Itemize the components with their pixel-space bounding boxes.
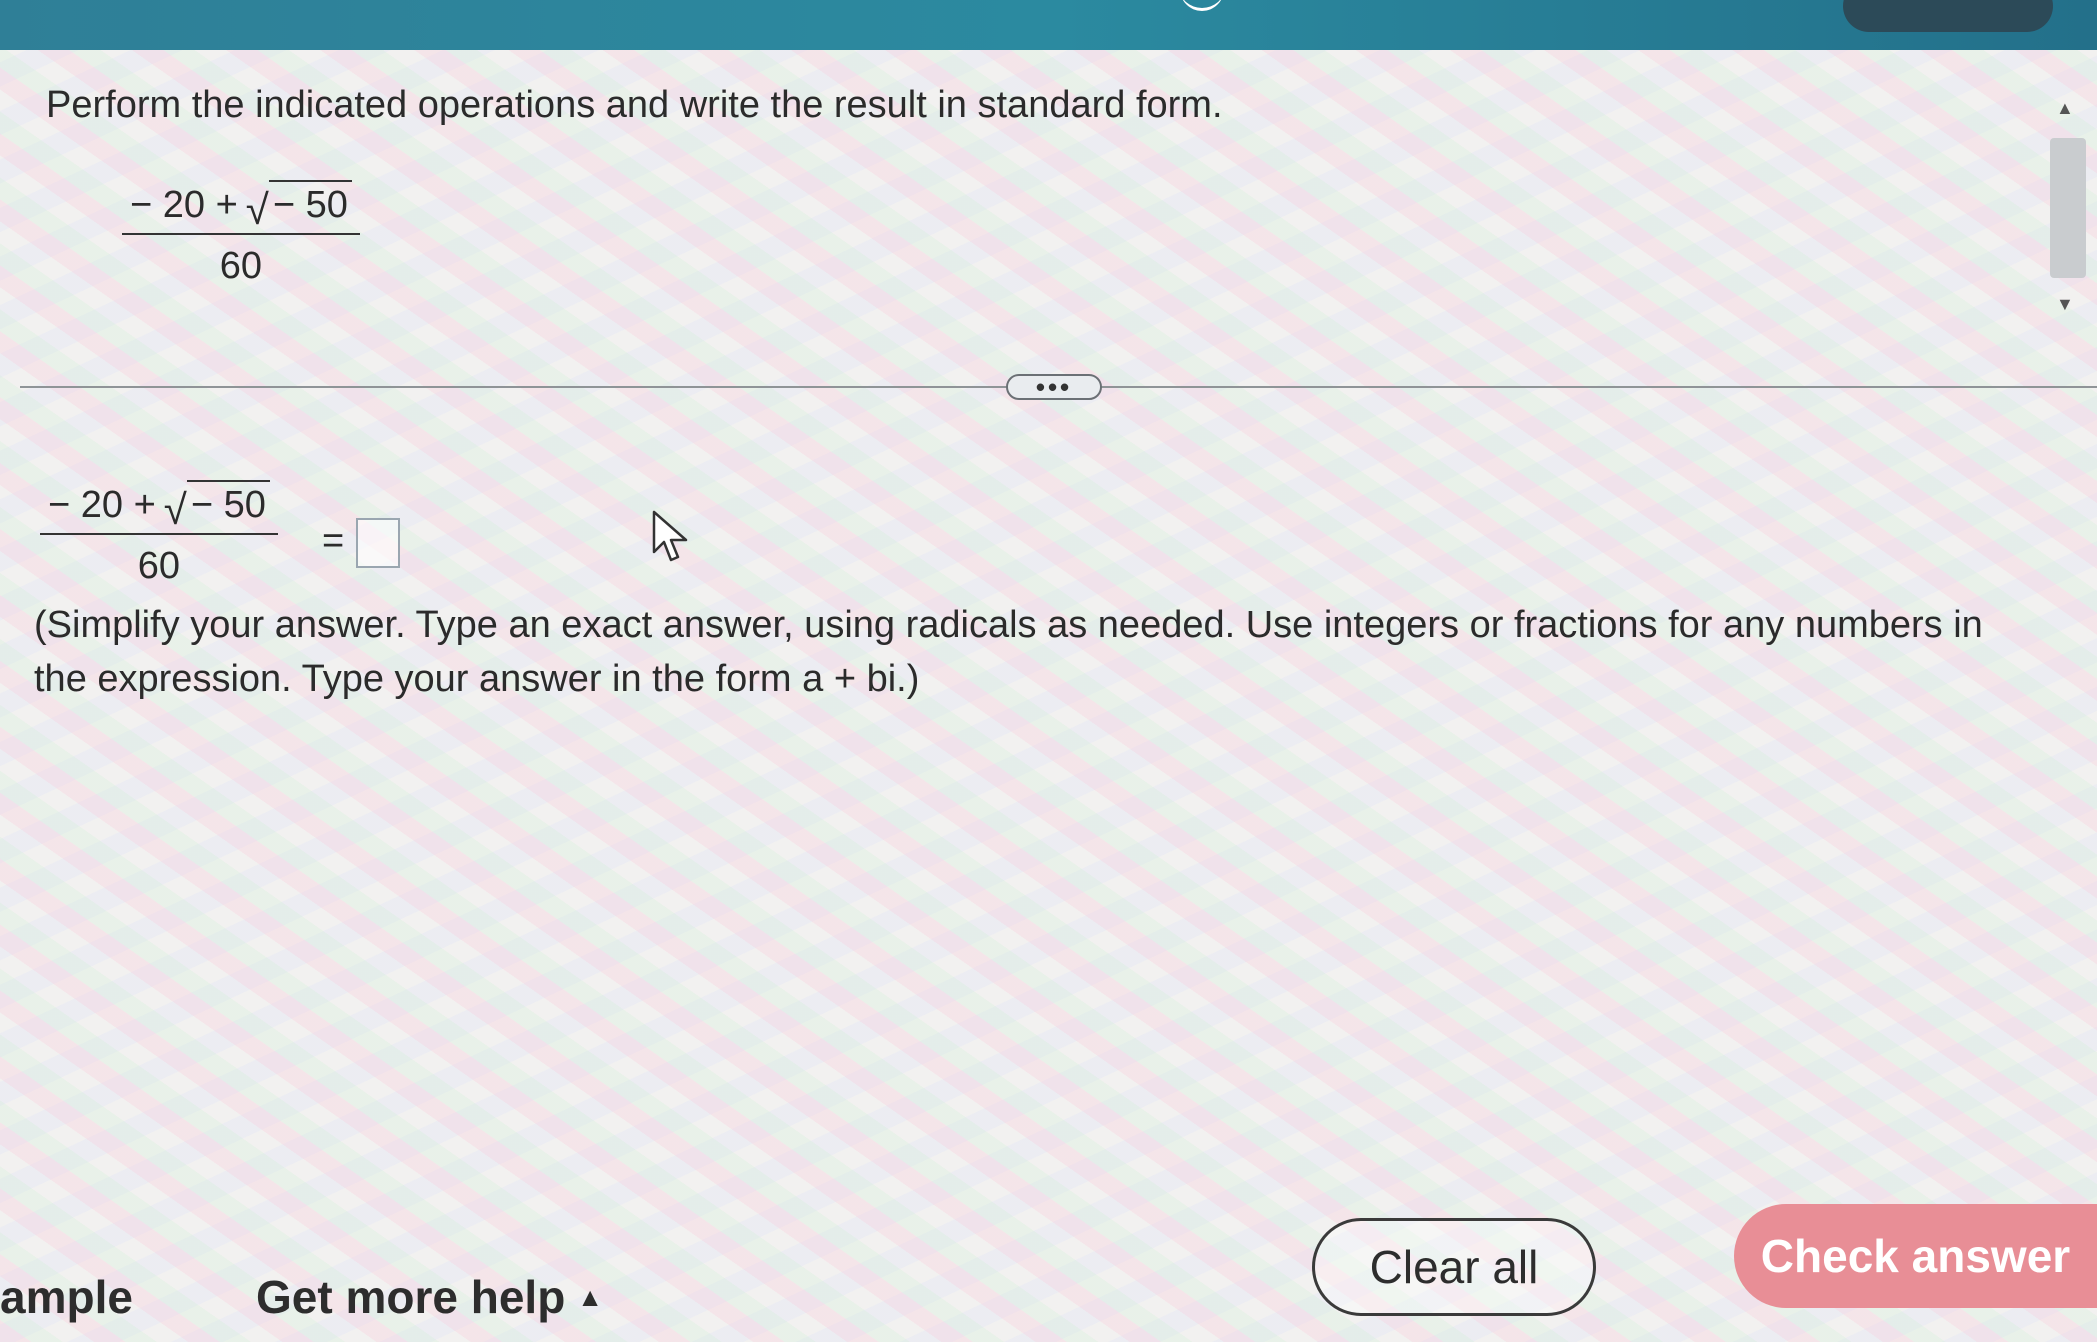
equals-sign: =: [322, 520, 345, 562]
clear-all-button[interactable]: Clear all: [1312, 1218, 1596, 1316]
radicand: − 50: [268, 180, 352, 227]
mouse-cursor-icon: [652, 510, 688, 562]
question-scrollbar[interactable]: ▲ ▼: [2044, 98, 2090, 320]
scroll-down-arrow-icon[interactable]: ▼: [2056, 294, 2074, 315]
get-more-help-label: Get more help: [256, 1271, 566, 1323]
caret-up-icon: ▲: [577, 1281, 604, 1312]
expand-question-button[interactable]: •••: [1006, 374, 1102, 400]
radical-sign-icon: √: [245, 186, 269, 233]
numerator-lead: − 20 +: [48, 484, 156, 526]
fraction-numerator: − 20 + √ − 50: [40, 480, 278, 533]
fraction-numerator: − 20 + √ − 50: [122, 180, 360, 233]
question-instruction: Perform the indicated operations and wri…: [46, 84, 1223, 126]
scroll-up-arrow-icon[interactable]: ▲: [2056, 98, 2074, 119]
get-more-help-link[interactable]: Get more help ▲: [256, 1270, 603, 1324]
answer-expression: − 20 + √ − 50 60: [40, 480, 278, 588]
fraction-denominator: 60: [219, 245, 263, 287]
answer-instructions: (Simplify your answer. Type an exact ans…: [34, 604, 1983, 700]
header-menu-button[interactable]: [1843, 0, 2053, 32]
check-answer-button[interactable]: Check answer: [1734, 1204, 2097, 1308]
answer-input[interactable]: [356, 518, 400, 568]
square-root: √ − 50: [164, 480, 270, 531]
header-indicator: [1180, 0, 1224, 11]
fraction-denominator: 60: [137, 545, 181, 587]
radicand: − 50: [186, 480, 270, 527]
numerator-lead: − 20 +: [130, 184, 238, 226]
square-root: √ − 50: [246, 180, 352, 231]
scroll-thumb[interactable]: [2050, 138, 2086, 278]
view-example-link[interactable]: ample: [0, 1270, 133, 1324]
radical-sign-icon: √: [163, 486, 187, 533]
question-expression: − 20 + √ − 50 60: [122, 180, 360, 288]
